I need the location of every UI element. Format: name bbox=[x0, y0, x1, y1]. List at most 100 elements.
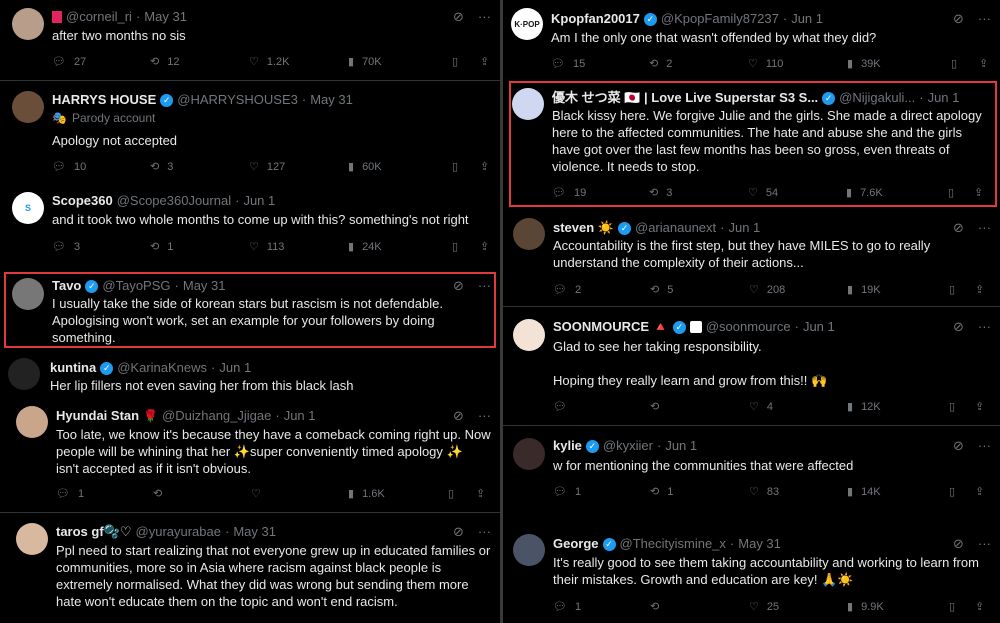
reply-button[interactable]: 💬︎ 1 bbox=[553, 600, 581, 614]
tweet-date[interactable]: May 31 bbox=[144, 9, 187, 25]
tweet[interactable]: K·POP Kpopfan20017 ✓ @KpopFamily87237 · … bbox=[503, 0, 1000, 78]
views-button[interactable]: ▮ 39K bbox=[847, 57, 881, 71]
avatar[interactable] bbox=[513, 438, 545, 470]
tweet-date[interactable]: May 31 bbox=[738, 536, 781, 552]
share-button[interactable]: ⇪ bbox=[975, 283, 984, 296]
grok-icon[interactable]: ⊘ bbox=[453, 408, 464, 424]
tweet-handle[interactable]: @HARRYSHOUSE3 bbox=[177, 92, 298, 108]
avatar[interactable] bbox=[513, 319, 545, 351]
more-icon[interactable]: ··· bbox=[978, 438, 991, 454]
grok-icon[interactable]: ⊘ bbox=[953, 319, 964, 335]
bookmark-button[interactable]: ▯ bbox=[452, 240, 458, 253]
tweet[interactable]: taros gf🫧♡ @yurayurabae · May 31 ⊘ ··· Pp… bbox=[0, 513, 500, 623]
views-button[interactable]: ▮ 24K bbox=[348, 240, 382, 254]
retweet-button[interactable]: ⟲ bbox=[650, 400, 667, 413]
tweet-date[interactable]: May 31 bbox=[183, 278, 226, 294]
tweet-date[interactable]: Jun 1 bbox=[243, 193, 275, 209]
tweet-handle[interactable]: @soonmource bbox=[706, 319, 791, 335]
tweet-handle[interactable]: @KpopFamily87237 bbox=[661, 11, 779, 27]
tweet-handle[interactable]: @arianaunext bbox=[635, 220, 716, 236]
retweet-button[interactable]: ⟲ 3 bbox=[150, 160, 173, 174]
reply-button[interactable]: 💬︎ 2 bbox=[553, 283, 581, 297]
reply-button[interactable]: 💬︎ 1 bbox=[56, 487, 84, 501]
views-button[interactable]: ▮ 14K bbox=[847, 485, 881, 499]
tweet-date[interactable]: Jun 1 bbox=[728, 220, 760, 236]
avatar[interactable] bbox=[12, 278, 44, 310]
retweet-button[interactable]: ⟲ bbox=[650, 600, 667, 613]
like-button[interactable]: ♡ 127 bbox=[249, 160, 285, 174]
reply-button[interactable]: 💬︎ 3 bbox=[52, 240, 80, 254]
tweet-date[interactable]: May 31 bbox=[310, 92, 353, 108]
tweet-name[interactable]: steven ☀️ bbox=[553, 220, 614, 236]
retweet-button[interactable]: ⟲ 1 bbox=[650, 485, 673, 499]
tweet-name[interactable]: Kpopfan20017 bbox=[551, 11, 640, 27]
tweet-handle[interactable]: @TayoPSG bbox=[102, 278, 170, 294]
more-icon[interactable]: ··· bbox=[478, 9, 491, 25]
grok-icon[interactable]: ⊘ bbox=[953, 438, 964, 454]
tweet[interactable]: SOONMOURCE 🔺 ✓ @soonmource · Jun 1 ⊘ ··· … bbox=[503, 307, 1000, 425]
grok-icon[interactable]: ⊘ bbox=[953, 11, 964, 27]
share-button[interactable]: ⇪ bbox=[975, 400, 984, 413]
reply-button[interactable]: 💬︎ 27 bbox=[52, 55, 86, 69]
bookmark-button[interactable]: ▯ bbox=[948, 186, 954, 199]
tweet[interactable]: 優木 せつ菜 🇯🇵 | Love Live Superstar S3 S... … bbox=[503, 84, 1000, 206]
bookmark-button[interactable]: ▯ bbox=[949, 485, 955, 498]
like-button[interactable]: ♡ 25 bbox=[749, 600, 779, 614]
views-button[interactable]: ▮ 70K bbox=[348, 55, 382, 69]
tweet-date[interactable]: May 31 bbox=[233, 524, 276, 540]
tweet-date[interactable]: Jun 1 bbox=[791, 11, 823, 27]
tweet-date[interactable]: Jun 1 bbox=[665, 438, 697, 454]
tweet-name[interactable]: SOONMOURCE 🔺 bbox=[553, 319, 669, 335]
like-button[interactable]: ♡ 208 bbox=[749, 283, 785, 297]
tweet[interactable]: Tavo ✓ @TayoPSG · May 31 ⊘ ··· I usually … bbox=[0, 274, 500, 348]
like-button[interactable]: ♡ 110 bbox=[748, 57, 783, 71]
tweet-name[interactable]: taros gf🫧♡ bbox=[56, 524, 132, 540]
tweet-handle[interactable]: @Thecityismine_x bbox=[620, 536, 726, 552]
share-button[interactable]: ⇪ bbox=[979, 57, 988, 70]
tweet-name[interactable]: Scope360 bbox=[52, 193, 113, 209]
bookmark-button[interactable]: ▯ bbox=[951, 57, 957, 70]
retweet-button[interactable]: ⟲ 5 bbox=[650, 283, 673, 297]
avatar[interactable] bbox=[513, 218, 545, 250]
share-button[interactable]: ⇪ bbox=[974, 186, 983, 199]
share-button[interactable]: ⇪ bbox=[975, 600, 984, 613]
views-button[interactable]: ▮ 19K bbox=[847, 283, 881, 297]
share-button[interactable]: ⇪ bbox=[476, 487, 485, 500]
tweet-name[interactable]: Tavo bbox=[52, 278, 81, 294]
like-button[interactable]: ♡ bbox=[251, 487, 269, 500]
more-icon[interactable]: ··· bbox=[978, 319, 991, 335]
tweet[interactable]: S Scope360 @Scope360Journal · Jun 1 and … bbox=[0, 182, 500, 267]
tweet-date[interactable]: Jun 1 bbox=[928, 90, 960, 106]
tweet[interactable]: kuntina ✓ @KarinaKnews · Jun 1 Her lip f… bbox=[0, 352, 500, 394]
tweet-handle[interactable]: @Scope360Journal bbox=[117, 193, 231, 209]
views-button[interactable]: ▮ 7.6K bbox=[846, 186, 883, 200]
tweet[interactable]: George ✓ @Thecityismine_x · May 31 ⊘ ··· … bbox=[503, 522, 1000, 623]
grok-icon[interactable]: ⊘ bbox=[953, 536, 964, 552]
grok-icon[interactable]: ⊘ bbox=[453, 9, 464, 25]
tweet-handle[interactable]: @KarinaKnews bbox=[117, 360, 207, 376]
avatar[interactable] bbox=[513, 534, 545, 566]
more-icon[interactable]: ··· bbox=[478, 524, 491, 540]
views-button[interactable]: ▮ 1.6K bbox=[348, 487, 385, 501]
avatar[interactable] bbox=[512, 88, 544, 120]
tweet-handle[interactable]: @Duizhang_Jjigae bbox=[162, 408, 271, 424]
like-button[interactable]: ♡ 4 bbox=[749, 400, 773, 414]
bookmark-button[interactable]: ▯ bbox=[452, 160, 458, 173]
retweet-button[interactable]: ⟲ 12 bbox=[150, 55, 179, 69]
bookmark-button[interactable]: ▯ bbox=[949, 400, 955, 413]
retweet-button[interactable]: ⟲ 2 bbox=[649, 57, 672, 71]
tweet-date[interactable]: Jun 1 bbox=[284, 408, 316, 424]
retweet-button[interactable]: ⟲ bbox=[153, 487, 170, 500]
like-button[interactable]: ♡ 1.2K bbox=[249, 55, 290, 69]
share-button[interactable]: ⇪ bbox=[480, 160, 489, 173]
bookmark-button[interactable]: ▯ bbox=[452, 55, 458, 68]
bookmark-button[interactable]: ▯ bbox=[949, 283, 955, 296]
retweet-button[interactable]: ⟲ 1 bbox=[150, 240, 173, 254]
reply-button[interactable]: 💬︎ 15 bbox=[551, 57, 585, 71]
tweet-name[interactable]: kuntina bbox=[50, 360, 96, 376]
like-button[interactable]: ♡ 113 bbox=[249, 240, 284, 254]
tweet-name[interactable]: George bbox=[553, 536, 599, 552]
more-icon[interactable]: ··· bbox=[478, 278, 491, 294]
reply-button[interactable]: 💬︎ bbox=[553, 400, 575, 413]
views-button[interactable]: ▮ 60K bbox=[348, 160, 382, 174]
